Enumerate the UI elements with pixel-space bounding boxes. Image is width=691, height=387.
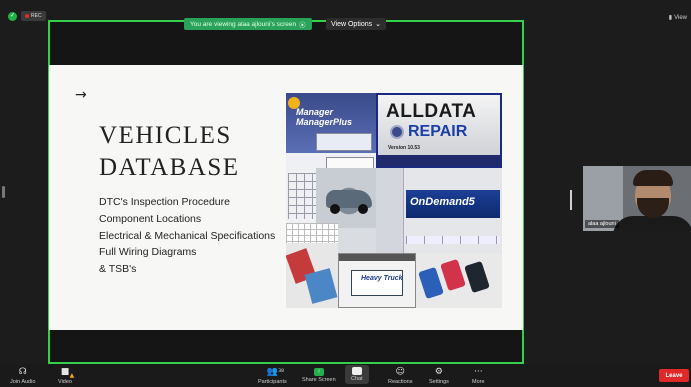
view-options-button[interactable]: View Options ⌄ bbox=[326, 18, 386, 30]
slide-title-line-2: DATABASE bbox=[99, 154, 240, 181]
black-drive bbox=[464, 260, 490, 294]
rec-label: REC bbox=[31, 13, 42, 19]
share-screen-icon: ↑ bbox=[313, 368, 324, 376]
ondemand-tabs bbox=[406, 236, 500, 244]
reactions-button[interactable]: ☺ Reactions bbox=[388, 367, 412, 386]
participant-body bbox=[613, 216, 691, 231]
viewing-banner-text: You are viewing alaa ajlouni's screen bbox=[190, 20, 297, 28]
arrow-icon: → bbox=[75, 87, 87, 103]
blue-box bbox=[304, 268, 338, 304]
alldata-tile: ALLDATA REPAIR Version 10.53 bbox=[376, 93, 502, 168]
chat-label: Chat bbox=[351, 376, 363, 382]
headphones-icon: ☊ bbox=[18, 367, 27, 377]
green-dot-icon: ⦿ bbox=[299, 22, 306, 29]
panel-resize-handle[interactable] bbox=[2, 186, 5, 198]
slide-title: VEHICLES DATABASE bbox=[99, 120, 240, 184]
reactions-icon: ☺ bbox=[395, 367, 405, 377]
wheel-icon bbox=[330, 204, 340, 214]
manager-label: Manager ManagerPlus bbox=[296, 107, 353, 127]
join-audio-button[interactable]: ☊ Join Audio bbox=[10, 367, 35, 386]
share-screen-label: Share Screen bbox=[302, 377, 336, 383]
more-label: More bbox=[472, 379, 485, 385]
hard-drives-tile bbox=[416, 253, 502, 308]
chat-icon bbox=[351, 367, 362, 375]
share-screen-button[interactable]: ↑ Share Screen bbox=[302, 367, 336, 384]
camera-icon: ■ ▲ bbox=[60, 367, 75, 379]
wheel-icon bbox=[358, 204, 368, 214]
view-options-label: View Options bbox=[331, 20, 373, 28]
participants-button[interactable]: 👥 38 Participants bbox=[258, 367, 287, 386]
join-audio-label: Join Audio bbox=[10, 379, 36, 385]
viewing-banner: You are viewing alaa ajlouni's screen ⦿ bbox=[184, 18, 312, 30]
participant-video-tile[interactable]: alaa ajlouni bbox=[583, 166, 691, 231]
rec-badge: REC bbox=[21, 11, 46, 21]
car-render-tile bbox=[316, 168, 382, 228]
heavy-truck-card bbox=[351, 270, 403, 296]
ondemand-tile: OnDemand5 bbox=[376, 168, 502, 253]
alldata-strip bbox=[378, 155, 500, 166]
zoom-meeting-window: ✓ REC You are viewing alaa ajlouni's scr… bbox=[0, 0, 691, 387]
list-item: Electrical & Mechanical Specifications bbox=[99, 229, 276, 242]
software-collage-image: Manager ManagerPlus ALLDATA REPAIR Versi… bbox=[286, 93, 502, 308]
slide-bullet-list: DTC's Inspection Procedure Component Loc… bbox=[99, 194, 275, 278]
heavy-truck-tile: Heavy Truck bbox=[338, 253, 416, 308]
view-mode-label: View bbox=[674, 14, 687, 21]
manager-plus-tile: Manager ManagerPlus bbox=[286, 93, 376, 153]
warning-icon: ▲ bbox=[69, 372, 75, 379]
alldata-version: Version 10.53 bbox=[388, 145, 420, 151]
video-button[interactable]: ■ ▲ Video bbox=[58, 367, 75, 386]
participants-label: Participants bbox=[258, 379, 287, 385]
recording-indicator: ✓ REC bbox=[8, 11, 46, 21]
participants-count: 38 bbox=[278, 369, 284, 374]
reactions-label: Reactions bbox=[388, 379, 413, 385]
shield-icon[interactable]: ✓ bbox=[8, 11, 17, 21]
record-dot-icon bbox=[25, 14, 29, 18]
list-item: Component Locations bbox=[99, 212, 202, 225]
blue-drive bbox=[418, 266, 444, 300]
heavy-truck-label: Heavy Truck bbox=[361, 275, 403, 282]
settings-label: Settings bbox=[429, 379, 449, 385]
chat-button[interactable]: Chat bbox=[345, 365, 369, 384]
list-item: DTC's Inspection Procedure bbox=[99, 196, 230, 208]
software-box-tile bbox=[286, 243, 338, 308]
list-item: Full Wiring Diagrams bbox=[99, 246, 197, 259]
list-item: & TSB's bbox=[99, 263, 137, 276]
presentation-slide: → VEHICLES DATABASE DTC's Inspection Pro… bbox=[49, 65, 523, 330]
participants-icon: 👥 38 bbox=[266, 367, 284, 377]
gear-icon bbox=[390, 125, 404, 139]
red-drive bbox=[440, 258, 466, 292]
view-mode-button[interactable]: ▮ View bbox=[668, 14, 687, 22]
layout-icon: ▮ bbox=[668, 15, 673, 21]
gear-icon: ⚙ bbox=[434, 367, 443, 377]
settings-button[interactable]: ⚙ Settings bbox=[429, 367, 449, 386]
leave-button[interactable]: Leave bbox=[659, 369, 689, 382]
alldata-repair-text: REPAIR bbox=[408, 123, 468, 140]
chevron-down-icon: ⌄ bbox=[375, 21, 381, 28]
participant-name: alaa ajlouni bbox=[585, 220, 619, 228]
video-panel-divider[interactable] bbox=[570, 190, 572, 210]
meeting-toolbar: ☊ Join Audio ■ ▲ Video 👥 38 Participants ↑… bbox=[0, 364, 691, 387]
more-icon: ··· bbox=[473, 367, 483, 377]
slide-title-line-1: VEHICLES bbox=[99, 122, 232, 149]
participant-hair bbox=[633, 170, 673, 186]
alldata-logo-text: ALLDATA bbox=[386, 101, 477, 122]
more-button[interactable]: ··· More bbox=[472, 367, 485, 386]
participant-beard bbox=[637, 198, 669, 218]
ondemand-label: OnDemand5 bbox=[410, 196, 475, 208]
heavy-truck-titlebar bbox=[339, 254, 415, 261]
manager-window bbox=[316, 133, 372, 151]
ondemand-sidebar bbox=[376, 168, 404, 253]
